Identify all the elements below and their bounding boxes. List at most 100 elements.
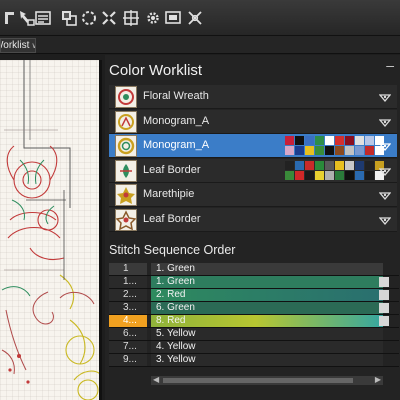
row-color-name: 4. Yellow	[151, 341, 383, 353]
row-checkbox[interactable]	[379, 303, 389, 313]
table-row[interactable]: 3... 6. Green	[109, 302, 399, 315]
app-window: Worklist∨	[0, 0, 400, 400]
section-title: Stitch Sequence Order	[109, 243, 236, 257]
table-row[interactable]: 2... 2. Red	[109, 289, 399, 302]
scroll-right-icon[interactable]: ▶	[375, 375, 381, 384]
worklist-item-label: Monogram_A	[143, 139, 210, 151]
color-swatch[interactable]	[345, 170, 354, 180]
scrollbar-thumb[interactable]	[163, 378, 353, 383]
color-swatch[interactable]	[295, 136, 304, 145]
color-swatch[interactable]	[335, 160, 344, 170]
color-swatch[interactable]	[355, 136, 364, 145]
worklist-item-label: Monogram_A	[143, 114, 210, 127]
row-index: 6...	[109, 328, 147, 340]
color-swatch[interactable]	[345, 136, 354, 145]
row-index: 2...	[109, 289, 147, 301]
color-swatch[interactable]	[315, 146, 324, 155]
color-swatch[interactable]	[335, 146, 344, 155]
color-swatch[interactable]	[295, 146, 304, 155]
row-index: 1	[109, 263, 147, 275]
color-swatch[interactable]	[305, 146, 314, 155]
color-swatch[interactable]	[315, 160, 324, 170]
crosshair-icon[interactable]	[122, 9, 140, 27]
color-swatch[interactable]	[285, 170, 294, 180]
minimize-icon[interactable]: –	[386, 57, 394, 73]
worklist-item[interactable]: Floral Wreath	[109, 85, 397, 109]
worklist-item[interactable]: Monogram_A	[109, 109, 397, 134]
table-row[interactable]: 1... 1. Green	[109, 276, 399, 289]
table-row[interactable]: 6... 5. Yellow	[109, 328, 399, 341]
visibility-icon[interactable]	[379, 91, 391, 103]
color-swatch[interactable]	[285, 146, 294, 155]
color-swatch[interactable]	[345, 160, 354, 170]
row-index: 3...	[109, 302, 147, 314]
color-swatch[interactable]	[325, 136, 334, 145]
panel-title: Color Worklist	[109, 62, 203, 79]
color-swatch[interactable]	[295, 170, 304, 180]
color-swatch[interactable]	[305, 160, 314, 170]
scroll-left-icon[interactable]: ◀	[153, 375, 159, 384]
color-swatch[interactable]	[315, 170, 324, 180]
color-swatch[interactable]	[305, 136, 314, 145]
color-swatch[interactable]	[325, 160, 334, 170]
palette-icon[interactable]	[60, 9, 78, 27]
row-index: 4...	[109, 315, 147, 327]
color-swatch-grid[interactable]	[285, 136, 385, 156]
horizontal-scrollbar[interactable]: ◀ ▶	[151, 375, 383, 385]
design-thumbnail	[115, 184, 137, 206]
recolor-icon[interactable]	[80, 9, 98, 27]
design-thumbnail	[115, 135, 137, 157]
tab-row: Worklist∨	[0, 36, 400, 54]
color-swatch[interactable]	[285, 136, 294, 145]
visibility-icon[interactable]	[379, 140, 391, 152]
design-canvas[interactable]	[0, 60, 102, 400]
table-row[interactable]: 7... 4. Yellow	[109, 341, 399, 354]
design-thumbnail	[115, 86, 137, 108]
table-row[interactable]: 1 1. Green	[109, 263, 399, 276]
color-swatch[interactable]	[355, 160, 364, 170]
color-swatch[interactable]	[365, 160, 374, 170]
visibility-icon[interactable]	[379, 116, 391, 128]
worklist-item[interactable]: Leaf Border	[109, 207, 397, 232]
worklist-item-selected[interactable]: Monogram_A	[109, 134, 397, 158]
worklist-item-label: Leaf Border	[143, 212, 201, 225]
color-swatch[interactable]	[285, 160, 294, 170]
row-index: 9...	[109, 354, 147, 366]
color-swatch[interactable]	[365, 146, 374, 155]
table-row-highlighted[interactable]: 4... 8. Red	[109, 315, 399, 328]
color-swatch[interactable]	[335, 136, 344, 145]
color-swatch-grid[interactable]	[285, 160, 385, 181]
main-toolbar	[0, 0, 400, 36]
color-swatch[interactable]	[355, 170, 364, 180]
color-swatch[interactable]	[345, 146, 354, 155]
color-swatch[interactable]	[365, 170, 374, 180]
visibility-icon[interactable]	[379, 165, 391, 177]
worklist-item[interactable]: Marethipie	[109, 183, 397, 207]
settings-gear-icon[interactable]	[144, 9, 162, 27]
color-swatch[interactable]	[365, 136, 374, 145]
stitch-sequence-table: 1 1. Green 1... 1. Green 2... 2. Red 3..…	[109, 263, 399, 385]
row-checkbox[interactable]	[379, 277, 389, 287]
screen-icon[interactable]	[164, 9, 182, 27]
color-swatch[interactable]	[315, 136, 324, 145]
color-swatch[interactable]	[335, 170, 344, 180]
visibility-icon[interactable]	[379, 189, 391, 201]
color-swatch[interactable]	[325, 146, 334, 155]
design-thumbnail	[115, 110, 137, 133]
chevron-down-icon[interactable]: ∨	[31, 41, 35, 50]
close-x-icon[interactable]	[186, 9, 204, 27]
layout-grid-icon[interactable]	[34, 9, 52, 27]
color-swatch[interactable]	[325, 170, 334, 180]
visibility-icon[interactable]	[379, 214, 391, 226]
tab-worklist[interactable]: Worklist∨	[0, 38, 36, 53]
cross-stitch-icon[interactable]	[100, 9, 118, 27]
row-checkbox[interactable]	[379, 316, 389, 326]
worklist-item[interactable]: Leaf Border	[109, 158, 397, 183]
row-color-name: 1. Green	[151, 276, 383, 288]
color-swatch[interactable]	[305, 170, 314, 180]
table-row[interactable]: 9... 3. Yellow	[109, 354, 399, 367]
row-index: 1...	[109, 276, 147, 288]
color-swatch[interactable]	[295, 160, 304, 170]
row-checkbox[interactable]	[379, 290, 389, 300]
color-swatch[interactable]	[355, 146, 364, 155]
